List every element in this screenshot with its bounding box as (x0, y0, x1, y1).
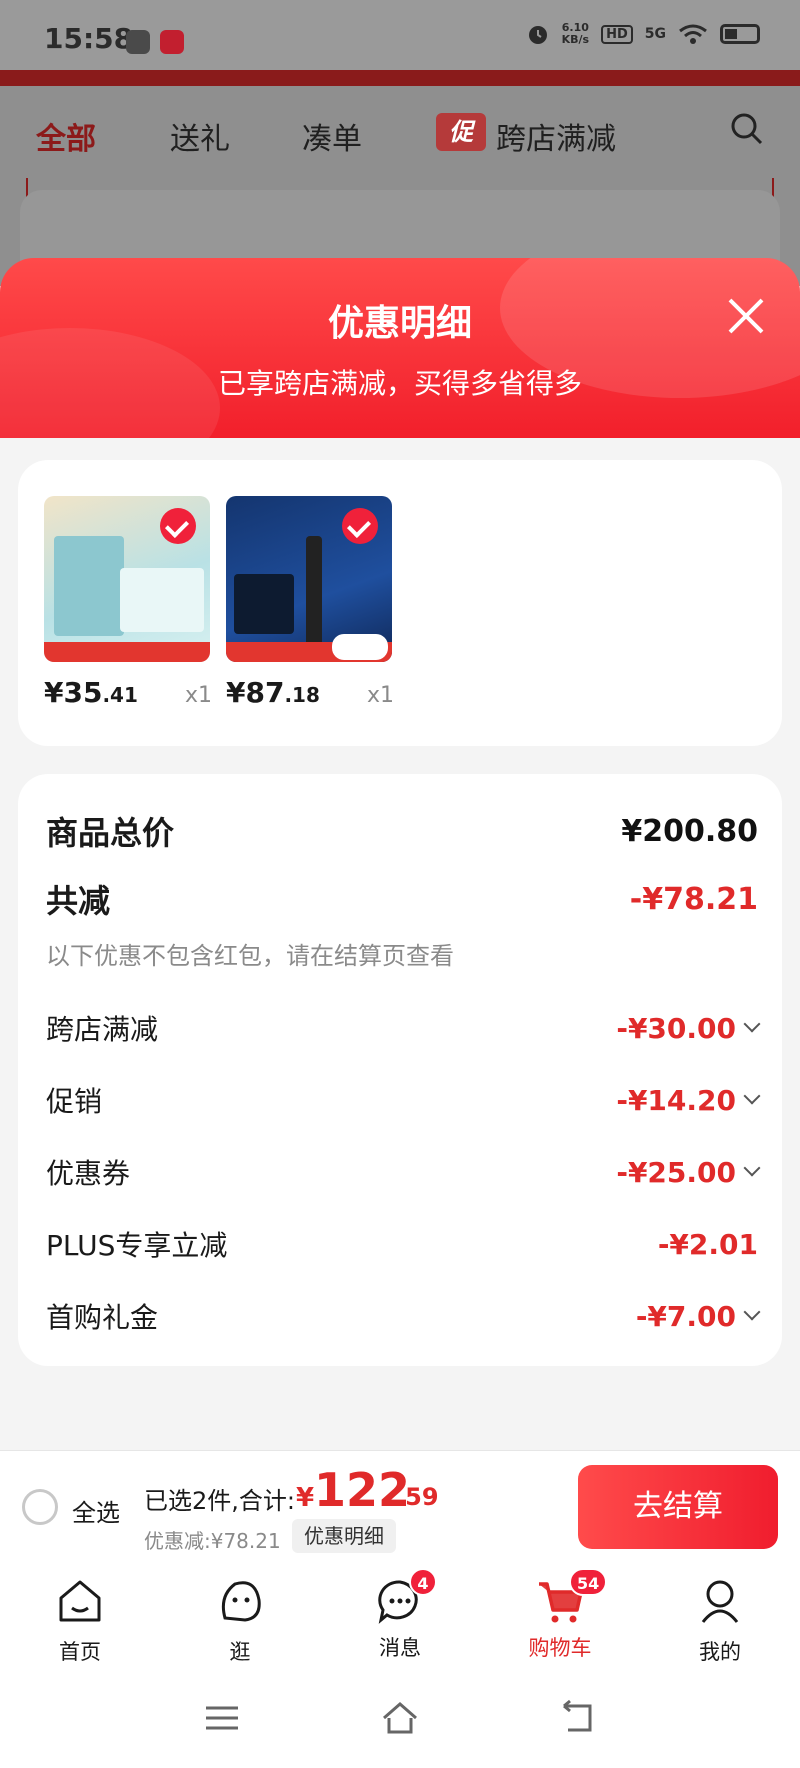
product-price: ¥35.41 x1 (44, 676, 212, 709)
selected-count: 已选2件,合计: (144, 1487, 295, 1515)
discount-row-plus: PLUS专享立减 -¥2.01 (46, 1227, 758, 1263)
cart-tabs: 全部 送礼 凑单 促 跨店满减 (0, 86, 800, 186)
discount-row-cross-store[interactable]: 跨店满减 -¥30.00 (46, 1008, 761, 1048)
price-summary-card: 商品总价 ¥200.80 共减 -¥78.21 以下优惠不包含红包，请在结算页查… (18, 774, 782, 1366)
discount-note: 以下优惠不包含红包，请在结算页查看 (46, 942, 454, 970)
product-image (226, 496, 392, 662)
discount-sheet-header: 优惠明细 已享跨店满减，买得多省得多 (0, 258, 800, 438)
product-item[interactable]: ¥87.18 x1 (226, 496, 394, 709)
sheet-title: 优惠明细 (327, 303, 472, 344)
hd-icon: HD (601, 24, 633, 44)
alarm-icon (528, 26, 547, 44)
profile-icon (701, 1580, 739, 1623)
nav-home[interactable]: 首页 (20, 1576, 140, 1666)
promo-tag: 促 (436, 113, 486, 151)
product-qty: x1 (184, 683, 212, 708)
total-value: ¥200.80 (621, 813, 758, 849)
total-label: 商品总价 (46, 814, 175, 852)
home-icon (59, 1580, 101, 1622)
tab-all[interactable]: 全部 (36, 114, 96, 158)
search-icon[interactable] (730, 112, 764, 146)
message-badge: 4 (409, 1568, 437, 1596)
product-item[interactable]: ¥35.41 x1 (44, 496, 212, 709)
back-icon[interactable] (558, 1698, 598, 1738)
product-price: ¥87.18 x1 (226, 676, 394, 709)
battery-icon (720, 24, 760, 44)
chevron-down-icon (743, 1087, 761, 1105)
status-bar: 15:58 6.10 KB/s HD 5G (0, 0, 800, 70)
home-button-icon[interactable] (380, 1698, 420, 1738)
nav-messages[interactable]: 4 消息 (340, 1568, 460, 1662)
discount-detail-button[interactable]: 优惠明细 (292, 1519, 396, 1553)
wifi-icon (679, 24, 707, 44)
status-icons: 6.10 KB/s HD 5G (526, 22, 760, 46)
background-page: 全部 送礼 凑单 促 跨店满减 (0, 86, 800, 310)
product-qty: x1 (366, 683, 394, 708)
system-nav-bar (0, 1668, 800, 1768)
checkout-bar: 全选 已选2件,合计: ¥ 122 .59 优惠减:¥78.21 优惠明细 去结… (0, 1450, 800, 1562)
total-row: 商品总价 ¥200.80 (46, 808, 758, 854)
app-notification-icon (126, 30, 150, 54)
status-time: 15:58 (44, 22, 134, 55)
cart-badge: 54 (569, 1568, 608, 1596)
tab-combine[interactable]: 凑单 (302, 114, 362, 158)
product-image (44, 496, 210, 662)
xiaohongshu-notification-icon (160, 30, 184, 54)
sheet-subtitle: 已享跨店满减，买得多省得多 (217, 367, 582, 400)
network-speed: 6.10 KB/s (561, 21, 590, 46)
reduce-label: 共减 (46, 882, 111, 920)
nav-profile[interactable]: 我的 (660, 1576, 780, 1666)
reduce-value: -¥78.21 (629, 881, 758, 917)
selected-check-icon (342, 508, 378, 544)
total-decimal: .59 (396, 1483, 439, 1511)
selected-check-icon (160, 508, 196, 544)
close-icon[interactable] (724, 294, 768, 338)
discount-amount: 优惠减:¥78.21 (144, 1529, 281, 1553)
products-card: ¥35.41 x1 ¥87.18 x1 (18, 460, 782, 746)
menu-icon[interactable] (202, 1698, 242, 1738)
tab-cross-store[interactable]: 跨店满减 (496, 114, 616, 158)
browse-icon (221, 1581, 261, 1622)
header-strip (0, 70, 800, 86)
total-currency: ¥ (296, 1483, 315, 1513)
checkout-button[interactable]: 去结算 (578, 1465, 778, 1549)
signal-icon: 5G (644, 26, 666, 42)
chevron-down-icon (743, 1303, 761, 1321)
discount-row-first-purchase[interactable]: 首购礼金 -¥7.00 (46, 1296, 761, 1336)
chevron-down-icon (743, 1159, 761, 1177)
bottom-nav: 首页 逛 4 消息 54 购物车 我的 (0, 1562, 800, 1668)
reduce-row: 共减 -¥78.21 (46, 876, 758, 922)
discount-row-promotion[interactable]: 促销 -¥14.20 (46, 1080, 761, 1120)
tab-gift[interactable]: 送礼 (170, 114, 230, 158)
discount-row-coupon[interactable]: 优惠券 -¥25.00 (46, 1152, 761, 1192)
chevron-down-icon (743, 1015, 761, 1033)
nav-browse[interactable]: 逛 (180, 1576, 300, 1666)
select-all-label[interactable]: 全选 (72, 1493, 120, 1528)
select-all-radio[interactable] (22, 1489, 58, 1525)
nav-cart[interactable]: 54 购物车 (500, 1568, 620, 1662)
